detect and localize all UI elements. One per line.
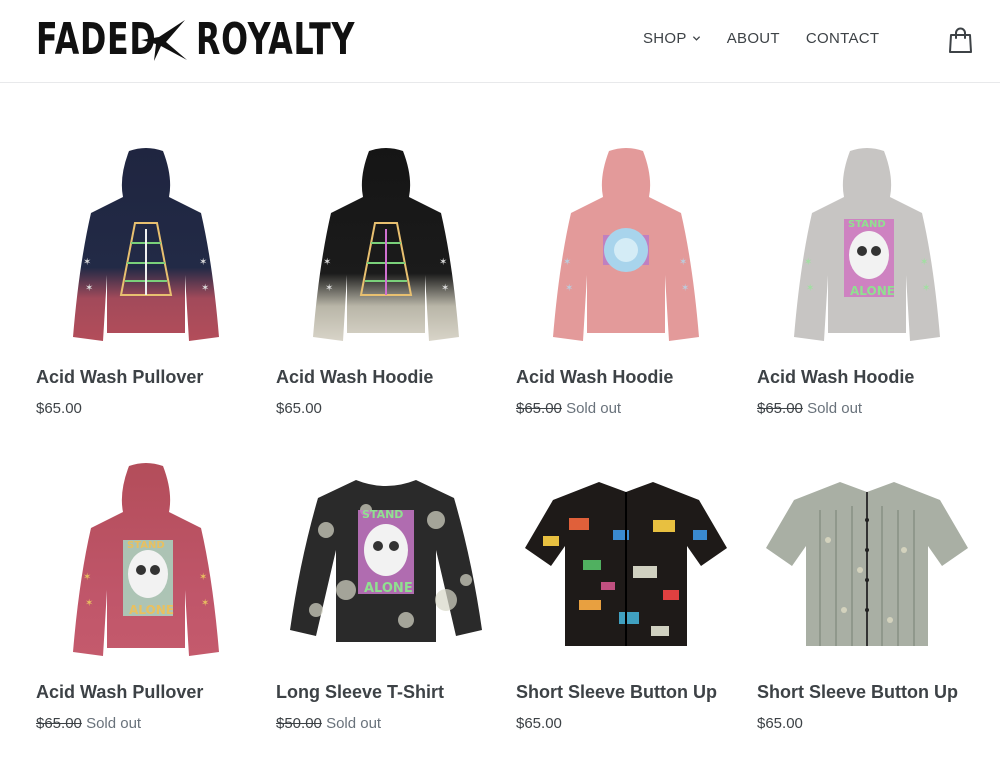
print-text-alone: ALONE [850, 284, 895, 298]
svg-text:✶: ✶ [85, 598, 93, 609]
main-nav: SHOP ABOUT CONTACT [643, 30, 879, 47]
svg-text:✶: ✶ [323, 257, 331, 268]
product-image[interactable] [516, 460, 736, 660]
product-card[interactable]: ✶ ✶ ✶ ✶ Acid Wash Pullover $65.00 [36, 140, 256, 430]
product-price-line: $65.00 Sold out [516, 400, 621, 417]
print-text-stand: STAND [362, 508, 403, 521]
print-text-alone: ALONE [364, 581, 413, 596]
product-price: $65.00 [757, 715, 803, 732]
product-title[interactable]: Short Sleeve Button Up [516, 682, 717, 703]
product-price-line: $65.00 [757, 715, 803, 732]
product-image[interactable]: STAND ALONE [276, 460, 496, 660]
button-up-shirt-image-icon [766, 482, 968, 646]
product-card[interactable]: STAND ALONE ✶ ✶ ✶ ✶ Acid Wash Pullover $65… [36, 455, 256, 745]
product-image[interactable]: ✶ ✶ ✶ ✶ [276, 145, 496, 345]
svg-text:✶: ✶ [83, 257, 91, 268]
product-price-original: $65.00 [516, 400, 562, 417]
product-card[interactable]: ✶ ✶ ✶ ✶ Acid Wash Hoodie $65.00 [276, 140, 496, 430]
svg-text:✶: ✶ [201, 283, 209, 294]
hoodie-image-icon: ✶ ✶ ✶ ✶ [73, 148, 219, 341]
nav-contact[interactable]: CONTACT [806, 30, 879, 47]
product-title[interactable]: Long Sleeve T-Shirt [276, 682, 444, 703]
product-image[interactable]: STAND ALONE ✶ ✶ ✶ ✶ [757, 145, 977, 345]
logo-word-royalty: ROYALTY [196, 14, 356, 65]
svg-text:✶: ✶ [565, 283, 573, 294]
svg-text:✶: ✶ [681, 283, 689, 294]
svg-text:✶: ✶ [563, 257, 571, 268]
product-price: $65.00 [276, 400, 322, 417]
product-image[interactable] [757, 460, 977, 660]
hoodie-image-icon: ✶ ✶ ✶ ✶ [313, 148, 459, 341]
svg-text:✶: ✶ [85, 283, 93, 294]
product-image[interactable]: ✶ ✶ ✶ ✶ [516, 145, 736, 345]
product-card[interactable]: STAND ALONE ✶ ✶ ✶ ✶ Acid Wash Hoodie $65.0… [757, 140, 977, 430]
svg-text:✶: ✶ [441, 283, 449, 294]
product-card[interactable]: STAND ALONE Long Sleeve T-Shirt $50.00 S… [276, 455, 496, 745]
logo-word-faded: FADED [36, 14, 157, 65]
product-price-line: $65.00 [276, 400, 322, 417]
product-title[interactable]: Acid Wash Pullover [36, 682, 203, 703]
product-card[interactable]: ✶ ✶ ✶ ✶ Acid Wash Hoodie $65.00 Sold out [516, 140, 736, 430]
hoodie-image-icon: ✶ ✶ ✶ ✶ [553, 148, 699, 341]
sold-out-badge: Sold out [326, 715, 382, 732]
svg-text:✶: ✶ [806, 283, 814, 294]
svg-text:✶: ✶ [679, 257, 687, 268]
long-sleeve-tshirt-image-icon: STAND ALONE [290, 480, 482, 642]
product-card[interactable]: Short Sleeve Button Up $65.00 [516, 455, 736, 745]
product-price: $65.00 [36, 400, 82, 417]
product-image[interactable]: ✶ ✶ ✶ ✶ [36, 145, 256, 345]
print-text-stand: STAND [848, 219, 886, 230]
svg-text:✶: ✶ [199, 572, 207, 583]
svg-text:✶: ✶ [920, 257, 928, 268]
product-image[interactable]: STAND ALONE ✶ ✶ ✶ ✶ [36, 460, 256, 660]
product-price-original: $65.00 [757, 400, 803, 417]
svg-text:✶: ✶ [83, 572, 91, 583]
hoodie-image-icon: STAND ALONE ✶ ✶ ✶ ✶ [73, 463, 219, 656]
product-title[interactable]: Acid Wash Hoodie [757, 367, 914, 388]
nav-shop-label: SHOP [643, 30, 687, 47]
svg-text:✶: ✶ [199, 257, 207, 268]
svg-text:✶: ✶ [922, 283, 930, 294]
product-price-line: $65.00 Sold out [757, 400, 862, 417]
svg-text:✶: ✶ [325, 283, 333, 294]
sold-out-badge: Sold out [86, 715, 142, 732]
nav-shop[interactable]: SHOP [643, 30, 701, 47]
print-text-alone: ALONE [129, 603, 174, 617]
product-title[interactable]: Acid Wash Pullover [36, 367, 203, 388]
site-header: FADED ROYALTY SHOP ABOUT CONTACT [0, 0, 1000, 83]
svg-text:✶: ✶ [439, 257, 447, 268]
svg-text:✶: ✶ [804, 257, 812, 268]
product-price-original: $50.00 [276, 715, 322, 732]
star-logo-icon [141, 20, 187, 61]
product-price-line: $65.00 [516, 715, 562, 732]
cart-bag-icon[interactable] [948, 27, 973, 54]
hoodie-image-icon: STAND ALONE ✶ ✶ ✶ ✶ [794, 148, 940, 341]
chevron-down-icon [692, 36, 700, 41]
sold-out-badge: Sold out [807, 400, 863, 417]
product-price-line: $65.00 Sold out [36, 715, 141, 732]
product-price-line: $50.00 Sold out [276, 715, 381, 732]
nav-about[interactable]: ABOUT [727, 30, 780, 47]
print-text-stand: STAND [127, 540, 165, 551]
product-card[interactable]: Short Sleeve Button Up $65.00 [757, 455, 977, 745]
product-title[interactable]: Acid Wash Hoodie [516, 367, 673, 388]
svg-text:✶: ✶ [201, 598, 209, 609]
product-price-line: $65.00 [36, 400, 82, 417]
product-price: $65.00 [516, 715, 562, 732]
sold-out-badge: Sold out [566, 400, 622, 417]
product-title[interactable]: Short Sleeve Button Up [757, 682, 958, 703]
button-up-shirt-image-icon [525, 482, 727, 646]
product-title[interactable]: Acid Wash Hoodie [276, 367, 433, 388]
product-price-original: $65.00 [36, 715, 82, 732]
